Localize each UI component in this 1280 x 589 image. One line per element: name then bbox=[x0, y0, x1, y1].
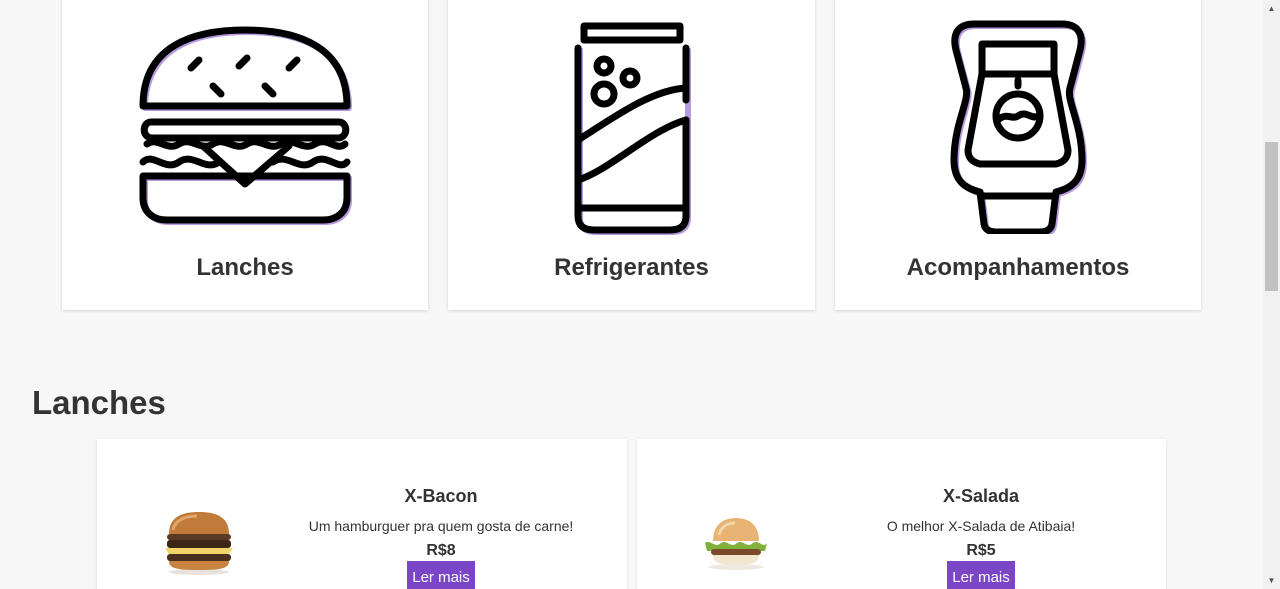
section-title: Lanches bbox=[32, 384, 166, 421]
scrollbar-thumb[interactable] bbox=[1265, 142, 1278, 291]
vertical-scrollbar[interactable]: ▲ ▼ bbox=[1263, 0, 1280, 589]
product-card-x-bacon: X-Bacon Um hamburguer pra quem gosta de … bbox=[97, 439, 627, 589]
burger-photo-icon bbox=[165, 512, 233, 575]
scroll-up-arrow-icon[interactable]: ▲ bbox=[1263, 0, 1280, 17]
category-card-acompanhamentos[interactable]: Acompanhamentos bbox=[835, 0, 1201, 310]
read-more-button[interactable]: Ler mais bbox=[947, 561, 1015, 589]
burger-photo-icon bbox=[705, 518, 767, 570]
product-info: X-Salada O melhor X-Salada de Atibaia! R… bbox=[847, 486, 1115, 589]
category-card-refrigerantes[interactable]: Refrigerantes bbox=[448, 0, 815, 310]
product-description: O melhor X-Salada de Atibaia! bbox=[886, 518, 1076, 534]
read-more-button[interactable]: Ler mais bbox=[407, 561, 475, 589]
category-label: Refrigerantes bbox=[554, 254, 709, 281]
product-price: R$8 bbox=[426, 542, 456, 559]
category-card-lanches[interactable]: Lanches bbox=[62, 0, 428, 310]
product-info: X-Bacon Um hamburguer pra quem gosta de … bbox=[307, 486, 575, 589]
product-name: X-Bacon bbox=[404, 486, 478, 506]
category-label: Acompanhamentos bbox=[906, 254, 1130, 281]
page: Lanches Refrigerantes Acompanhamentos La… bbox=[0, 0, 1263, 589]
burger-icon bbox=[139, 26, 352, 225]
scroll-down-arrow-icon[interactable]: ▼ bbox=[1263, 572, 1280, 589]
category-label: Lanches bbox=[196, 254, 294, 281]
product-description: Um hamburguer pra quem gosta de carne! bbox=[308, 518, 574, 534]
product-name: X-Salada bbox=[942, 486, 1020, 506]
product-card-x-salada: X-Salada O melhor X-Salada de Atibaia! R… bbox=[637, 439, 1166, 589]
soda-can-icon bbox=[574, 22, 691, 235]
product-price: R$5 bbox=[966, 542, 996, 559]
ketchup-bottle-icon bbox=[950, 20, 1087, 234]
